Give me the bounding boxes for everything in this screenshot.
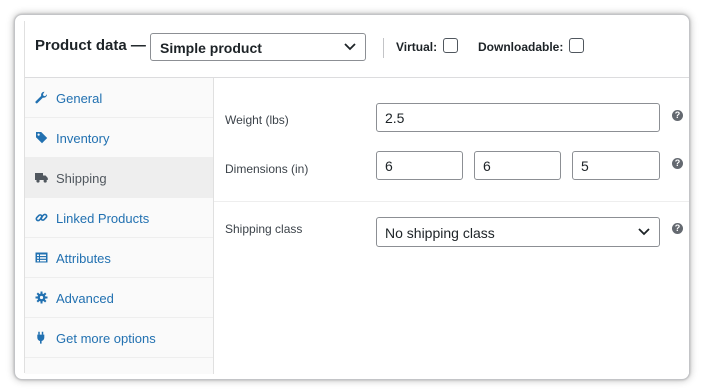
- product-type-value: Simple product: [160, 40, 262, 56]
- tab-attributes[interactable]: Attributes: [25, 238, 213, 278]
- chevron-down-icon: [344, 43, 356, 51]
- wrench-icon: [35, 91, 48, 104]
- height-input[interactable]: 5: [572, 151, 660, 180]
- gear-icon: [35, 291, 48, 304]
- product-data-tabs: General Inventory Shipping Linked Produc…: [25, 78, 214, 374]
- tab-get-more-options[interactable]: Get more options: [25, 318, 213, 358]
- tab-label: Linked Products: [56, 211, 150, 226]
- tab-advanced[interactable]: Advanced: [25, 278, 213, 318]
- tag-icon: [36, 132, 48, 144]
- help-icon[interactable]: ?: [672, 158, 683, 169]
- tab-label: Get more options: [56, 331, 156, 346]
- weight-label: Weight (lbs): [225, 113, 289, 127]
- product-data-metabox: Product data — Simple product Virtual: D…: [14, 14, 690, 380]
- metabox-header: Product data — Simple product Virtual: D…: [25, 21, 689, 78]
- metabox-title: Product data —: [35, 37, 146, 54]
- virtual-label: Virtual:: [396, 40, 438, 54]
- truck-icon: [35, 173, 48, 183]
- downloadable-label: Downloadable:: [478, 40, 564, 54]
- tab-inventory[interactable]: Inventory: [25, 118, 213, 158]
- tab-label: Shipping: [56, 171, 107, 186]
- chevron-down-icon: [638, 228, 650, 236]
- tab-linked-products[interactable]: Linked Products: [25, 198, 213, 238]
- width-input[interactable]: 6: [474, 151, 561, 180]
- shipping-class-select[interactable]: No shipping class: [376, 217, 660, 247]
- header-divider: [383, 38, 384, 58]
- link-icon: [35, 213, 48, 222]
- shipping-panel: Weight (lbs) 2.5 ? Dimensions (in) 6 6 5…: [214, 78, 689, 374]
- list-icon: [35, 252, 48, 263]
- shipping-class-label: Shipping class: [225, 222, 303, 236]
- tab-label: General: [56, 91, 103, 106]
- tab-label: Attributes: [56, 251, 111, 266]
- product-type-select[interactable]: Simple product: [150, 33, 366, 61]
- virtual-checkbox[interactable]: [443, 38, 458, 53]
- downloadable-checkbox[interactable]: [569, 38, 584, 53]
- shipping-class-value: No shipping class: [385, 225, 495, 241]
- tab-label: Inventory: [56, 131, 110, 146]
- help-icon[interactable]: ?: [672, 110, 683, 121]
- plugin-icon: [37, 331, 45, 344]
- panel-divider: [214, 201, 689, 202]
- tab-label: Advanced: [56, 291, 114, 306]
- tab-shipping[interactable]: Shipping: [25, 158, 213, 198]
- help-icon[interactable]: ?: [672, 223, 683, 234]
- length-input[interactable]: 6: [376, 151, 463, 180]
- metabox-inner: Product data — Simple product Virtual: D…: [24, 21, 689, 374]
- tab-general[interactable]: General: [25, 78, 213, 118]
- weight-input[interactable]: 2.5: [376, 103, 660, 132]
- dimensions-label: Dimensions (in): [225, 162, 309, 176]
